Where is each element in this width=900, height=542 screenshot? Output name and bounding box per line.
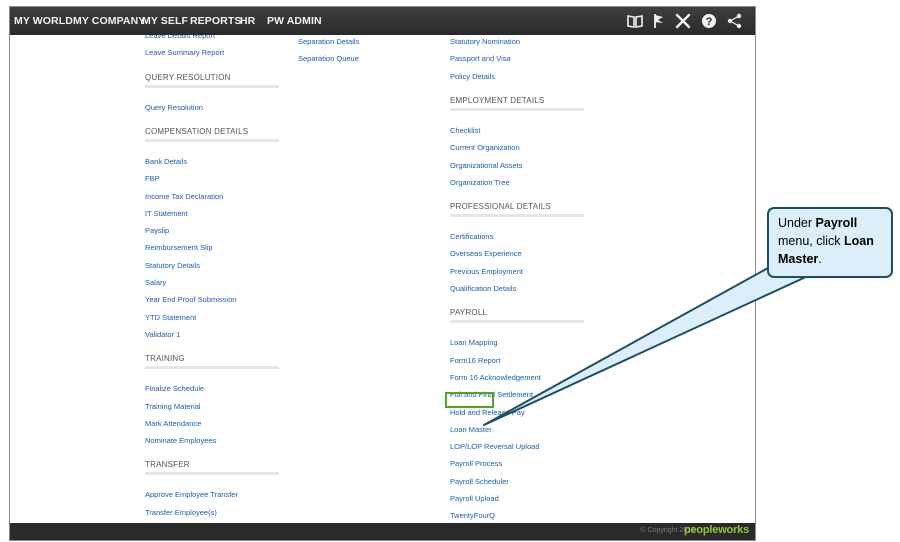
menu-link-passport-and-visa[interactable]: Passport and Visa xyxy=(450,54,511,63)
menu-link-leave-details-report[interactable]: Leave Details Report xyxy=(145,35,215,40)
callout-bold-payroll: Payroll xyxy=(815,216,858,230)
svg-text:?: ? xyxy=(706,16,713,28)
footer-bar: © Copyright 2015 peopleworks xyxy=(10,523,755,540)
menu-link-nominate-employees[interactable]: Nominate Employees xyxy=(145,436,216,445)
section-label: PROFESSIONAL DETAILS xyxy=(450,202,551,212)
menu-link-payroll-upload[interactable]: Payroll Upload xyxy=(450,494,499,503)
nav-my-company[interactable]: MY COMPANY xyxy=(73,7,145,35)
menu-link-certifications[interactable]: Certifications xyxy=(450,232,493,241)
menu-link-validator-1[interactable]: Validator 1 xyxy=(145,330,180,339)
app-window: MY WORLD MY COMPANY MY SELF REPORTS HR P… xyxy=(9,6,756,541)
menu-link-checklist[interactable]: Checklist xyxy=(450,126,480,135)
book-icon[interactable] xyxy=(626,12,644,30)
callout-text-3: . xyxy=(818,252,822,266)
nav-my-world[interactable]: MY WORLD xyxy=(14,7,73,35)
menu-link-form-16-acknowledgement[interactable]: Form 16 Acknowledgement xyxy=(450,373,541,382)
menu-link-overseas-experience[interactable]: Overseas Experience xyxy=(450,249,522,258)
loan-master-highlight xyxy=(445,392,494,408)
section-label: TRANSFER xyxy=(145,460,190,470)
menu-link-fbp[interactable]: FBP xyxy=(145,174,160,183)
section-divider xyxy=(145,138,279,142)
menu-link-hold-and-release-pay[interactable]: Hold and Release Pay xyxy=(450,408,525,417)
section-label: TRAINING xyxy=(145,354,185,364)
section-divider xyxy=(145,366,279,370)
menu-link-form16-report[interactable]: Form16 Report xyxy=(450,356,500,365)
menu-link-query-resolution[interactable]: Query Resolution xyxy=(145,103,203,112)
menu-link-statutory-details[interactable]: Statutory Details xyxy=(145,261,200,270)
menu-link-year-end-proof-submission[interactable]: Year End Proof Submission xyxy=(145,295,236,304)
section-payroll: PAYROLL xyxy=(450,308,584,324)
section-divider xyxy=(145,472,279,476)
menu-link-organization-tree[interactable]: Organization Tree xyxy=(450,178,510,187)
menu-link-salary[interactable]: Salary xyxy=(145,278,166,287)
menu-link-policy-details[interactable]: Policy Details xyxy=(450,72,495,81)
menu-link-current-organization[interactable]: Current Organization xyxy=(450,143,520,152)
menu-link-statutory-nomination[interactable]: Statutory Nomination xyxy=(450,37,520,46)
section-label: COMPENSATION DETAILS xyxy=(145,126,249,136)
section-training: TRAINING xyxy=(145,354,279,370)
menu-link-transfer-employee-s[interactable]: Transfer Employee(s) xyxy=(145,508,217,517)
menu-link-loan-master[interactable]: Loan Master xyxy=(450,425,492,434)
menu-link-bank-details[interactable]: Bank Details xyxy=(145,157,187,166)
instruction-callout: Under Payroll menu, click Loan Master. xyxy=(767,207,893,278)
nav-reports[interactable]: REPORTS xyxy=(190,7,241,35)
flag-icon[interactable] xyxy=(650,12,668,30)
share-icon[interactable] xyxy=(726,12,744,30)
section-label: QUERY RESOLUTION xyxy=(145,72,231,82)
menu-link-reimbursement-slip[interactable]: Reimbursement Slip xyxy=(145,243,213,252)
menu-link-training-material[interactable]: Training Material xyxy=(145,402,201,411)
menu-link-it-statement[interactable]: IT Statement xyxy=(145,209,188,218)
menu-link-income-tax-declaration[interactable]: Income Tax Declaration xyxy=(145,192,223,201)
my-self-mega-menu: Leave Details Report Leave Summary Report… xyxy=(10,35,755,523)
menu-link-organizational-assets[interactable]: Organizational Assets xyxy=(450,161,523,170)
menu-link-payroll-process[interactable]: Payroll Process xyxy=(450,459,502,468)
section-label: PAYROLL xyxy=(450,308,488,318)
menu-link-separation-queue[interactable]: Separation Queue xyxy=(298,54,359,63)
section-divider xyxy=(450,214,584,218)
section-query-resolution: QUERY RESOLUTION xyxy=(145,72,279,88)
callout-text-1: Under xyxy=(778,216,816,230)
callout-text-2: menu, click xyxy=(778,234,844,248)
section-divider xyxy=(450,320,584,324)
menu-link-previous-employment[interactable]: Previous Employment xyxy=(450,267,523,276)
nav-my-self[interactable]: MY SELF xyxy=(142,7,188,35)
help-icon[interactable]: ? xyxy=(700,12,718,30)
section-label: EMPLOYMENT DETAILS xyxy=(450,95,545,105)
menu-link-leave-summary-report[interactable]: Leave Summary Report xyxy=(145,48,224,57)
menu-link-approve-employee-transfer[interactable]: Approve Employee Transfer xyxy=(145,490,238,499)
menu-link-finalize-schedule[interactable]: Finalize Schedule xyxy=(145,384,204,393)
section-transfer: TRANSFER xyxy=(145,460,279,476)
menu-link-qualification-details[interactable]: Qualification Details xyxy=(450,284,516,293)
section-divider xyxy=(145,84,279,88)
menu-link-ytd-statement[interactable]: YTD Statement xyxy=(145,313,196,322)
menu-link-payslip[interactable]: Payslip xyxy=(145,226,169,235)
menu-link-separation-details[interactable]: Separation Details xyxy=(298,37,359,46)
section-professional-details: PROFESSIONAL DETAILS xyxy=(450,202,584,218)
nav-pw-admin[interactable]: PW ADMIN xyxy=(267,7,322,35)
nav-hr[interactable]: HR xyxy=(240,7,255,35)
tools-icon[interactable] xyxy=(674,12,692,30)
section-employment-details: EMPLOYMENT DETAILS xyxy=(450,95,584,111)
menu-link-loan-mapping[interactable]: Loan Mapping xyxy=(450,338,498,347)
menu-link-twentyfourq[interactable]: TwentyFourQ xyxy=(450,511,495,520)
section-divider xyxy=(450,107,584,111)
menu-link-payroll-scheduler[interactable]: Payroll Scheduler xyxy=(450,477,509,486)
peopleworks-logo: peopleworks xyxy=(683,524,749,536)
top-navigation-bar: MY WORLD MY COMPANY MY SELF REPORTS HR P… xyxy=(10,7,755,35)
section-compensation-details: COMPENSATION DETAILS xyxy=(145,126,279,142)
menu-link-mark-attendance[interactable]: Mark Attendance xyxy=(145,419,201,428)
menu-link-lop-lop-reversal-upload[interactable]: LOP/LOP Reversal Upload xyxy=(450,442,540,451)
